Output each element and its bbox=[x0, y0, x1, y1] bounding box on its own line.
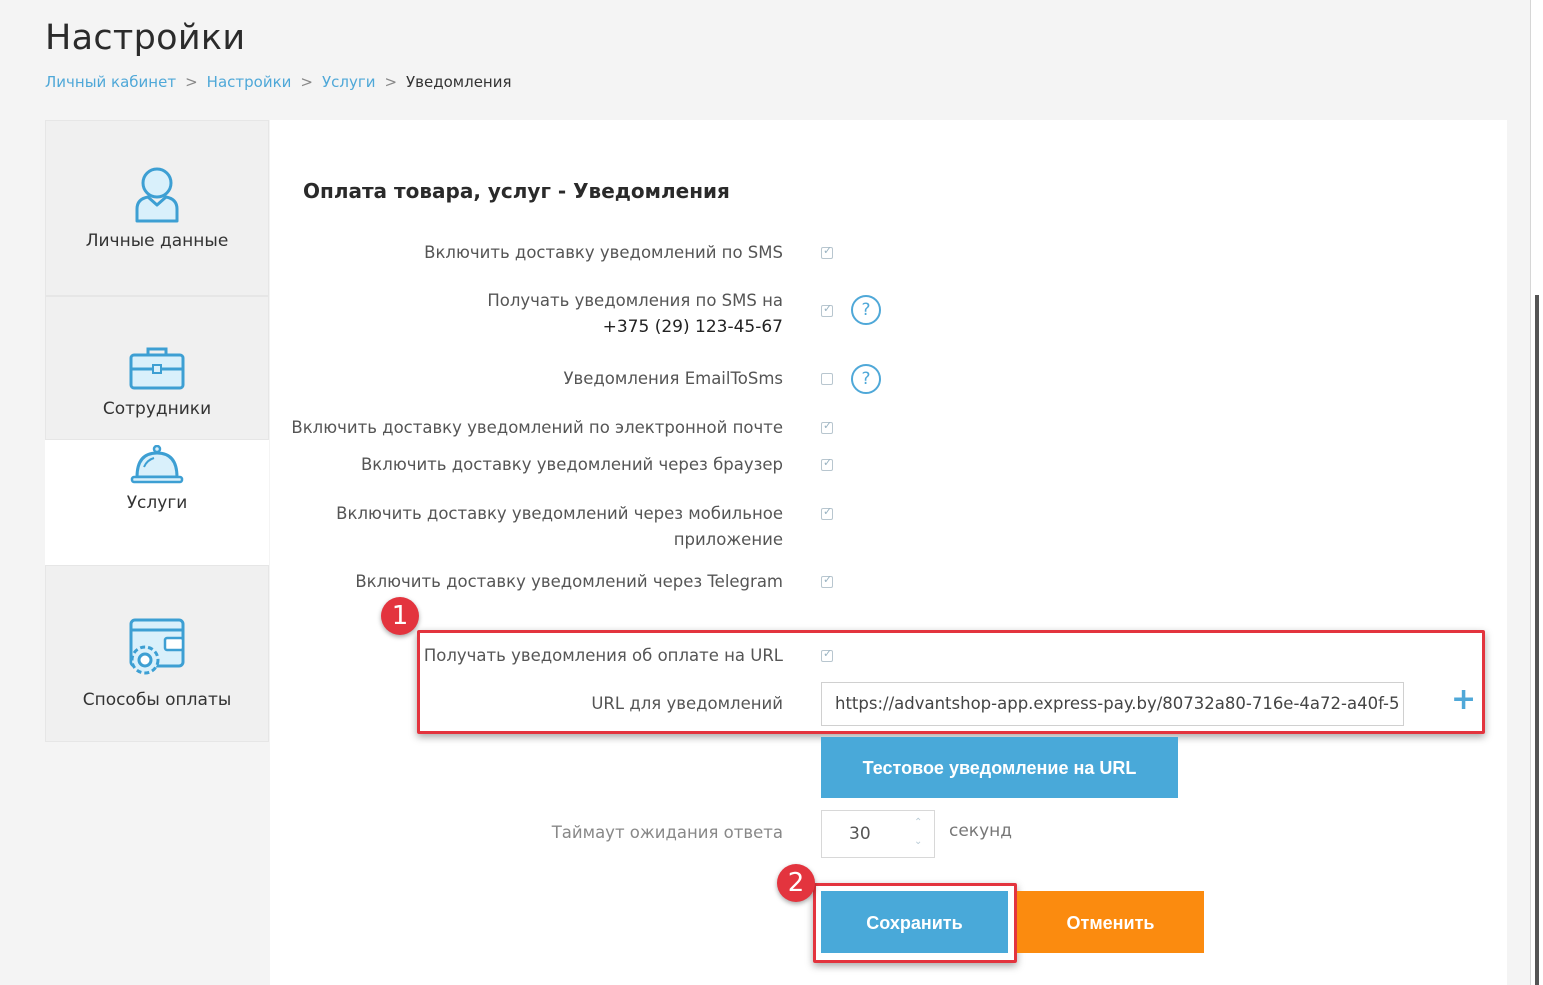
setting-label-sms-phone: Получать уведомления по SMS на +375 (29)… bbox=[487, 288, 783, 340]
setting-label-email-to-sms: Уведомления EmailToSms bbox=[563, 369, 783, 388]
setting-label-mobile-app-line1: Включить доставку уведомлений через моби… bbox=[336, 504, 783, 523]
breadcrumb-link-account[interactable]: Личный кабинет bbox=[45, 73, 176, 91]
scrollbar-track[interactable] bbox=[1535, 295, 1539, 985]
sidebar-item-label: Способы оплаты bbox=[82, 690, 232, 710]
add-url-icon[interactable]: + bbox=[1451, 685, 1476, 715]
checkbox-url-notifications[interactable] bbox=[821, 647, 833, 662]
cancel-button[interactable]: Отменить bbox=[1017, 891, 1204, 953]
setting-label-browser: Включить доставку уведомлений через брау… bbox=[360, 455, 783, 474]
checkbox-email[interactable] bbox=[821, 419, 833, 434]
checkbox-mobile-app[interactable] bbox=[821, 505, 833, 520]
sidebar-item-label: Личные данные bbox=[85, 231, 229, 251]
breadcrumb-link-settings[interactable]: Настройки bbox=[207, 73, 292, 91]
breadcrumb: Личный кабинет > Настройки > Услуги > Уведомле… bbox=[45, 73, 512, 91]
breadcrumb-link-services[interactable]: Услуги bbox=[322, 73, 375, 91]
breadcrumb-separator: > bbox=[300, 73, 313, 91]
stepper-down-icon[interactable]: ⌄ bbox=[914, 836, 922, 847]
window-right-edge bbox=[1530, 0, 1543, 985]
setting-label-telegram: Включить доставку уведомлений через Tele… bbox=[355, 572, 783, 591]
help-icon[interactable]: ? bbox=[851, 295, 881, 325]
user-icon bbox=[134, 165, 180, 227]
timeout-label: Таймаут ожидания ответа bbox=[551, 823, 783, 842]
sidebar-item-label: Услуги bbox=[126, 493, 188, 513]
breadcrumb-separator: > bbox=[185, 73, 198, 91]
sidebar-item-services[interactable]: Услуги bbox=[45, 440, 269, 565]
setting-label-sms: Включить доставку уведомлений по SMS bbox=[424, 243, 783, 262]
timeout-unit: секунд bbox=[949, 821, 1013, 841]
service-bell-icon bbox=[130, 444, 184, 489]
breadcrumb-current: Уведомления bbox=[406, 73, 512, 91]
timeout-stepper[interactable]: 30 ⌃ ⌄ bbox=[821, 810, 935, 858]
test-url-notification-button[interactable]: Тестовое уведомление на URL bbox=[821, 737, 1178, 798]
setting-label-mobile-app: Включить доставку уведомлений через моби… bbox=[336, 501, 783, 553]
checkbox-sms[interactable] bbox=[821, 244, 833, 259]
sidebar-item-label: Сотрудники bbox=[102, 399, 212, 419]
annotation-badge-2: 2 bbox=[777, 864, 815, 902]
section-title: Оплата товара, услуг - Уведомления bbox=[303, 179, 730, 203]
help-icon[interactable]: ? bbox=[851, 364, 881, 394]
setting-label-sms-phone-text: Получать уведомления по SMS на bbox=[487, 291, 783, 310]
setting-label-email: Включить доставку уведомлений по электро… bbox=[291, 418, 783, 437]
settings-sidebar: Личные данные Сотрудники Услуги Способы … bbox=[45, 120, 269, 742]
sidebar-item-payment-methods[interactable]: Способы оплаты bbox=[45, 565, 269, 742]
wallet-gear-icon bbox=[125, 616, 189, 682]
page-title: Настройки bbox=[45, 18, 246, 58]
sms-phone-number: +375 (29) 123-45-67 bbox=[602, 317, 783, 337]
checkbox-telegram[interactable] bbox=[821, 573, 833, 588]
url-input[interactable]: https://advantshop-app.express-pay.by/80… bbox=[821, 682, 1404, 726]
annotation-badge-1: 1 bbox=[381, 597, 419, 635]
briefcase-icon bbox=[129, 345, 185, 395]
timeout-value: 30 bbox=[849, 824, 871, 844]
stepper-up-icon[interactable]: ⌃ bbox=[914, 817, 922, 828]
setting-label-mobile-app-line2: приложение bbox=[673, 530, 783, 549]
sidebar-item-employees[interactable]: Сотрудники bbox=[45, 296, 269, 440]
url-field-label: URL для уведомлений bbox=[591, 694, 783, 713]
highlight-box-save bbox=[813, 883, 1017, 963]
checkbox-browser[interactable] bbox=[821, 456, 833, 471]
checkbox-email-to-sms[interactable] bbox=[821, 373, 833, 385]
breadcrumb-separator: > bbox=[384, 73, 398, 91]
sidebar-item-personal-data[interactable]: Личные данные bbox=[45, 120, 269, 296]
setting-label-url-notifications: Получать уведомления об оплате на URL bbox=[423, 646, 783, 665]
checkbox-sms-phone[interactable] bbox=[821, 302, 833, 317]
